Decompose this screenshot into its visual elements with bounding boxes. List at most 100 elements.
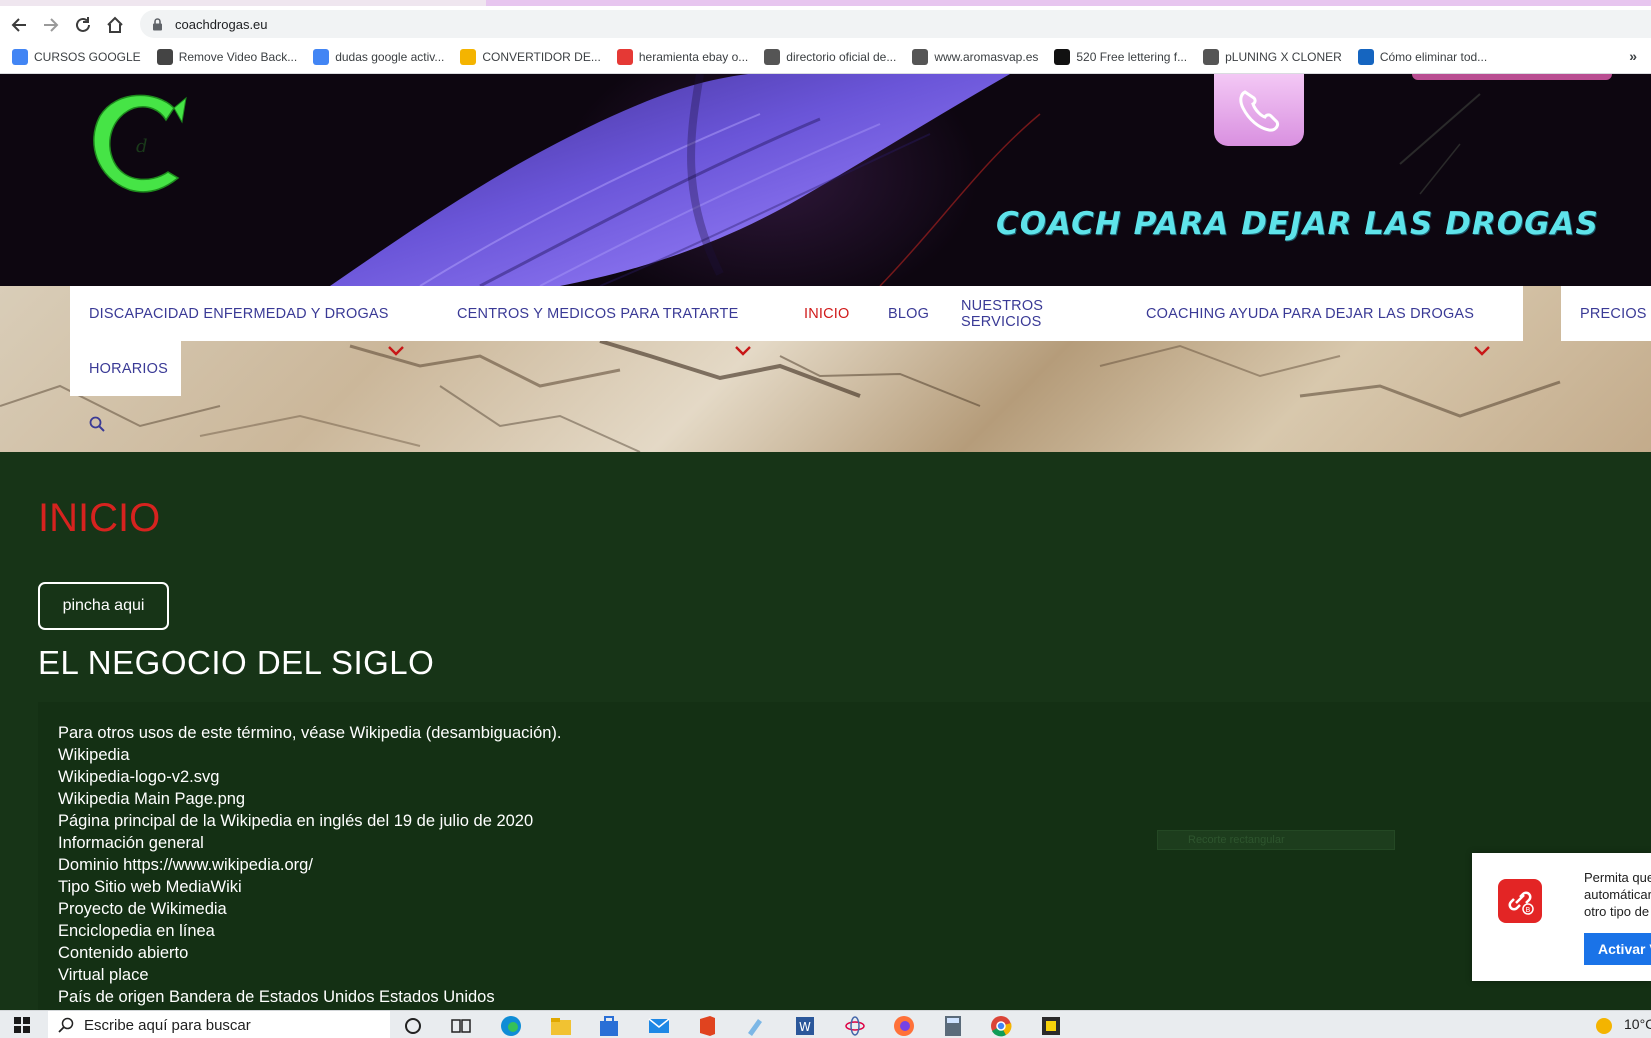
lock-icon[interactable]	[152, 17, 166, 31]
menu-item-blog[interactable]: BLOG	[869, 286, 942, 341]
edge-icon[interactable]	[500, 1015, 522, 1037]
home-icon[interactable]	[102, 12, 128, 38]
google-icon	[313, 48, 330, 65]
site-logo[interactable]: d	[86, 86, 196, 196]
bookmark-item[interactable]: 520 Free lettering f...	[1054, 48, 1188, 65]
bookmarks-overflow-icon[interactable]: »	[1629, 48, 1637, 64]
menu-item-discapacidad[interactable]: DISCAPACIDAD ENFERMEDAD Y DROGAS	[70, 286, 438, 341]
video-icon	[156, 48, 173, 65]
menu-item-label: PRECIOS	[1580, 305, 1647, 322]
menu-item-coaching[interactable]: COACHING AYUDA PARA DEJAR LAS DROGAS	[1127, 286, 1523, 341]
cortana-icon[interactable]	[402, 1015, 424, 1037]
banner-title: COACH PARA DEJAR LAS DROGAS	[996, 206, 1599, 242]
bookmark-label: www.aromasvap.es	[934, 49, 1039, 64]
bookmark-label: dudas google activ...	[335, 49, 445, 64]
svg-text:B: B	[1526, 906, 1531, 914]
content-line: Información general	[58, 834, 204, 852]
text-lines: Para otros usos de este término, véase W…	[58, 722, 562, 1008]
activate-button[interactable]: Activar V	[1584, 933, 1651, 965]
lettering-icon	[1054, 48, 1071, 65]
chevron-down-icon[interactable]	[387, 344, 405, 360]
logo-sub-letter: d	[136, 136, 148, 157]
bookmark-item[interactable]: CONVERTIDOR DE...	[460, 48, 601, 65]
browser-toolbar: coachdrogas.eu	[0, 6, 1651, 40]
bookmark-item[interactable]: Cómo eliminar tod...	[1357, 48, 1488, 65]
firefox-icon[interactable]	[893, 1015, 915, 1037]
notification-popup: B Permita que automáticar otro tipo de A…	[1472, 853, 1651, 981]
paint-icon[interactable]	[744, 1015, 766, 1037]
menu-item-centros[interactable]: CENTROS Y MEDICOS PARA TRATARTE	[438, 286, 785, 341]
browser-window: coachdrogas.eu CURSOS GOOGLE Remove Video…	[0, 0, 1651, 1038]
mail-icon[interactable]	[648, 1015, 670, 1037]
atom-icon[interactable]	[844, 1015, 866, 1037]
forward-icon[interactable]	[38, 12, 64, 38]
chevron-down-icon[interactable]	[734, 344, 752, 360]
pincha-aqui-button[interactable]: pincha aqui	[38, 582, 169, 630]
search-icon[interactable]	[89, 416, 105, 437]
taskbar-search-placeholder: Escribe aquí para buscar	[84, 1016, 251, 1034]
menu-item-label: DISCAPACIDAD ENFERMEDAD Y DROGAS	[89, 305, 389, 322]
link-shield-icon: B	[1498, 879, 1542, 923]
calculator-icon[interactable]	[942, 1015, 964, 1037]
content-block: Para otros usos de este término, véase W…	[38, 702, 1651, 1010]
content-line: Dominio https://www.wikipedia.org/	[58, 856, 313, 874]
bookmark-item[interactable]: dudas google activ...	[313, 48, 445, 65]
bookmarks-bar: CURSOS GOOGLE Remove Video Back... dudas g…	[0, 40, 1651, 74]
reload-icon[interactable]	[70, 12, 96, 38]
menu-item-label: COACHING AYUDA PARA DEJAR LAS DROGAS	[1146, 305, 1475, 322]
office-icon[interactable]	[696, 1015, 718, 1037]
main-navigation: DISCAPACIDAD ENFERMEDAD Y DROGAS CENTROS…	[0, 286, 1651, 452]
chevron-down-icon[interactable]	[1473, 344, 1491, 360]
task-view-icon[interactable]	[450, 1015, 472, 1037]
bookmark-label: CURSOS GOOGLE	[34, 49, 141, 64]
content-line: Página principal de la Wikipedia en ingl…	[58, 812, 534, 830]
wordpress-icon	[1203, 48, 1220, 65]
grid-icon	[12, 48, 28, 65]
bookmark-item[interactable]: CURSOS GOOGLE	[12, 48, 141, 65]
menu-item-label: NUESTROS SERVICIOS	[961, 297, 1044, 330]
address-bar[interactable]: coachdrogas.eu	[140, 10, 1651, 38]
menu-item-label: HORARIOS	[89, 360, 168, 377]
sticky-notes-icon[interactable]	[1040, 1015, 1062, 1037]
file-explorer-icon[interactable]	[550, 1015, 572, 1037]
bookmark-label: CONVERTIDOR DE...	[482, 49, 601, 64]
back-icon[interactable]	[6, 12, 32, 38]
bookmark-item[interactable]: www.aromasvap.es	[912, 48, 1039, 65]
section-title: EL NEGOCIO DEL SIGLO	[38, 644, 435, 681]
notification-line: automáticar	[1584, 887, 1651, 902]
bookmark-item[interactable]: pLUNING X CLONER	[1203, 48, 1342, 65]
menu-item-horarios[interactable]: HORARIOS	[70, 341, 181, 396]
tag-icon	[616, 48, 633, 65]
menu-item-servicios[interactable]: NUESTROS SERVICIOS	[942, 286, 1127, 341]
word-icon[interactable]: W	[794, 1015, 816, 1037]
store-icon[interactable]	[598, 1015, 620, 1037]
content-line: Virtual place	[58, 966, 149, 984]
bookmark-item[interactable]: Remove Video Back...	[156, 48, 297, 65]
weather-temperature[interactable]: 10°C	[1624, 1016, 1651, 1032]
bookmark-label: Cómo eliminar tod...	[1379, 49, 1488, 64]
swirl-icon	[912, 48, 929, 65]
phone-icon[interactable]	[1214, 74, 1304, 146]
windows-start-icon[interactable]	[14, 1017, 30, 1038]
url-text[interactable]: coachdrogas.eu	[175, 17, 268, 32]
svg-text:W: W	[799, 1020, 811, 1034]
bookmark-label: 520 Free lettering f...	[1076, 49, 1188, 64]
windows-taskbar: Escribe aquí para buscar W 10°C	[0, 1010, 1651, 1038]
content-line: Contenido abierto	[58, 944, 189, 962]
menu-item-label: BLOG	[888, 305, 930, 322]
bookmark-item[interactable]: heramienta ebay o...	[616, 48, 749, 65]
search-icon	[58, 1017, 74, 1033]
wordpress-icon	[764, 48, 781, 65]
menu-item-precios[interactable]: PRECIOS	[1561, 286, 1651, 341]
purple-fabric-image	[330, 74, 1481, 286]
bookmark-label: heramienta ebay o...	[638, 49, 749, 64]
menu-item-label: INICIO	[804, 305, 850, 322]
menu-item-inicio[interactable]: INICIO	[785, 286, 869, 341]
content-line: Para otros usos de este término, véase W…	[58, 724, 562, 742]
chrome-icon[interactable]	[990, 1015, 1012, 1037]
notification-line: Permita que	[1584, 870, 1651, 885]
folder-icon	[460, 48, 477, 65]
bookmark-item[interactable]: directorio oficial de...	[764, 48, 896, 65]
taskbar-search-input[interactable]: Escribe aquí para buscar	[48, 1011, 390, 1038]
weather-sun-icon[interactable]	[1596, 1018, 1612, 1034]
